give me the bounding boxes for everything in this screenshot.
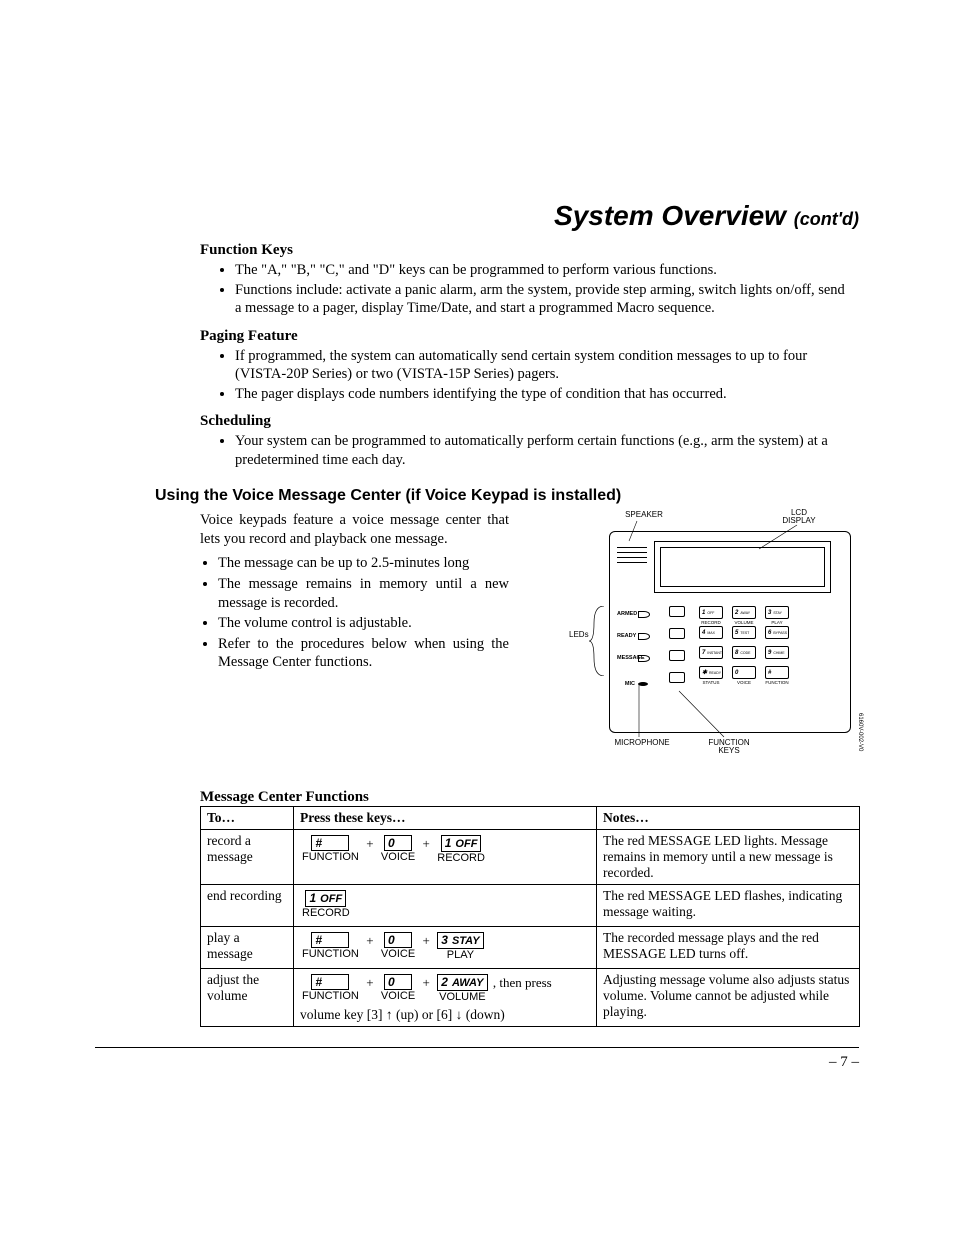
key-9: 9CHIME [765, 646, 789, 659]
label-speaker: SPEAKER [619, 511, 669, 519]
heading-paging: Paging Feature [200, 328, 859, 345]
table-row: record a message # FUNCTION + 0 VOICE + … [201, 830, 860, 885]
cell-to: end recording [201, 885, 294, 927]
key-3: 3STAY [765, 606, 789, 619]
then-press: , then press [493, 976, 552, 989]
list-scheduling: Your system can be programmed to automat… [95, 432, 859, 469]
list-item: Your system can be programmed to automat… [235, 432, 859, 469]
table-title: Message Center Functions [200, 789, 859, 806]
function-keys-column [669, 606, 685, 694]
keycap-hash: # [311, 974, 349, 990]
key-0: 0 [732, 666, 756, 679]
cell-to: play a message [201, 927, 294, 969]
keycap-3-stay: 3STAY [437, 932, 483, 949]
led-armed: ARMED [617, 609, 650, 619]
list-item: Functions include: activate a panic alar… [235, 281, 859, 318]
keycap-0: 0 [384, 932, 412, 948]
list-item: If programmed, the system can automatica… [235, 347, 859, 384]
key-star: ✱READY [699, 666, 723, 679]
key-7: 7INSTANT [699, 646, 723, 659]
list-item: The volume control is adjustable. [218, 614, 509, 633]
list-item: The message remains in memory until a ne… [218, 575, 509, 612]
cell-notes: The recorded message plays and the red M… [597, 927, 860, 969]
heading-voice-center: Using the Voice Message Center (if Voice… [155, 487, 859, 505]
page-title: System Overview (cont'd) [95, 200, 859, 232]
keycap-0: 0 [384, 835, 412, 851]
label-lcd: LCD DISPLAY [774, 509, 824, 525]
lcd-screen [654, 541, 831, 593]
cell-notes: The red MESSAGE LED lights. Message rema… [597, 830, 860, 885]
th-keys: Press these keys… [294, 807, 597, 830]
cell-notes: The red MESSAGE LED flashes, indicating … [597, 885, 860, 927]
table-row: play a message # FUNCTION + 0 VOICE + 3S… [201, 927, 860, 969]
key-8: 8CODE [732, 646, 756, 659]
list-item: Refer to the procedures below when using… [218, 635, 509, 672]
key-4: 4MAX [699, 626, 723, 639]
label-function-keys: FUNCTION KEYS [699, 739, 759, 755]
cell-keys: # FUNCTION + 0 VOICE + 1OFFRECORD [294, 830, 597, 885]
diagram-code: 6160V-002-V0 [857, 713, 863, 751]
led-ready: READY [617, 631, 650, 641]
list-paging: If programmed, the system can automatica… [95, 347, 859, 404]
key-5: 5TEST [732, 626, 756, 639]
key-hash: # [765, 666, 789, 679]
key-2: 2AWAY [732, 606, 756, 619]
voice-intro: Voice keypads feature a voice message ce… [200, 512, 509, 547]
table-header-row: To… Press these keys… Notes… [201, 807, 860, 830]
cell-notes: Adjusting message volume also adjusts st… [597, 969, 860, 1027]
key-6: 6BYPASS [765, 626, 789, 639]
keycap-0: 0 [384, 974, 412, 990]
volume-extra: volume key [3] ↑ (up) or [6] ↓ (down) [300, 1007, 590, 1023]
key-1: 1OFF [699, 606, 723, 619]
cell-to: record a message [201, 830, 294, 885]
cell-to: adjust the volume [201, 969, 294, 1027]
title-cont: (cont'd) [794, 209, 859, 229]
keycap-hash: # [311, 835, 349, 851]
heading-function-keys: Function Keys [200, 242, 859, 259]
list-item: The pager displays code numbers identify… [235, 385, 859, 404]
message-center-table: To… Press these keys… Notes… record a me… [200, 806, 860, 1027]
keycap-1-off: 1OFF [441, 835, 482, 852]
th-to: To… [201, 807, 294, 830]
keycap-1-off: 1OFF [305, 890, 346, 907]
th-notes: Notes… [597, 807, 860, 830]
table-row: end recording 1OFFRECORD The red MESSAGE… [201, 885, 860, 927]
keycap-hash: # [311, 932, 349, 948]
speaker-icon [617, 543, 647, 567]
list-function-keys: The "A," "B," "C," and "D" keys can be p… [95, 261, 859, 318]
table-row: adjust the volume # FUNCTION + 0 VOICE +… [201, 969, 860, 1027]
led-message: MESSAGE [617, 653, 650, 663]
heading-scheduling: Scheduling [200, 413, 859, 430]
list-item: The message can be up to 2.5-minutes lon… [218, 554, 509, 573]
cell-keys: # FUNCTION + 0 VOICE + 2AWAYVOLUME , the… [294, 969, 597, 1027]
label-microphone: MICROPHONE [607, 739, 677, 747]
brace-icon [589, 606, 609, 676]
keycap-2-away: 2AWAY [437, 974, 487, 991]
keypad-diagram: SPEAKER LCD DISPLAY LEDs ARMED READY MES… [539, 511, 859, 771]
label-leds: LEDs [569, 631, 589, 639]
footer-rule [95, 1047, 859, 1048]
list-voice: The message can be up to 2.5-minutes lon… [200, 554, 509, 671]
list-item: The "A," "B," "C," and "D" keys can be p… [235, 261, 859, 280]
cell-keys: # FUNCTION + 0 VOICE + 3STAYPLAY [294, 927, 597, 969]
numpad: 1OFF 2AWAY 3STAY RECORDVOLUMEPLAY 4MAX 5… [699, 606, 789, 686]
title-main: System Overview [554, 200, 786, 231]
page-number: – 7 – [95, 1054, 859, 1071]
voice-intro-column: Voice keypads feature a voice message ce… [200, 511, 509, 771]
cell-keys: 1OFFRECORD [294, 885, 597, 927]
mic-label: MIC [617, 679, 648, 689]
